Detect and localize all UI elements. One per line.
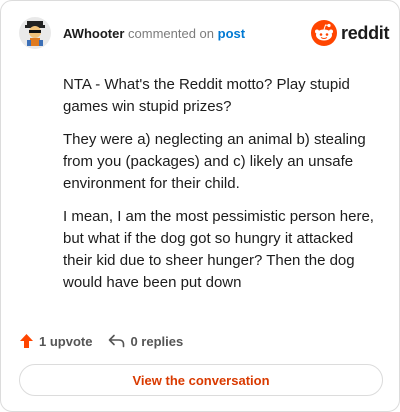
- reddit-logo[interactable]: reddit: [311, 20, 390, 46]
- embedded-comment-card: AWhooter commented on post reddit NTA - …: [0, 0, 400, 412]
- reddit-alien-icon: [311, 20, 337, 46]
- replies-button[interactable]: 0 replies: [108, 334, 183, 349]
- comment-paragraph: I mean, I am the most pessimistic person…: [63, 208, 374, 291]
- upvote-count: 1 upvote: [39, 333, 93, 349]
- reply-count: 0 replies: [130, 333, 184, 349]
- comment-paragraph: NTA - What's the Reddit motto? Play stup…: [63, 76, 350, 115]
- user-avatar-icon: [19, 17, 51, 49]
- upvote-button[interactable]: 1 upvote: [19, 333, 92, 349]
- view-conversation-button[interactable]: View the conversation: [19, 364, 383, 396]
- comment-body: NTA - What's the Reddit motto? Play stup…: [63, 74, 385, 305]
- upvote-arrow-icon: [20, 334, 33, 348]
- comment-header: AWhooter commented on post: [63, 26, 245, 42]
- comment-paragraph: They were a) neglecting an animal b) ste…: [63, 131, 366, 192]
- reddit-wordmark: reddit: [341, 22, 390, 43]
- avatar[interactable]: [19, 17, 51, 49]
- reply-arrow-icon: [109, 334, 125, 348]
- author-name[interactable]: AWhooter: [63, 26, 124, 41]
- commented-on-text: commented on: [128, 26, 215, 41]
- post-link[interactable]: post: [218, 26, 245, 41]
- comment-actions: 1 upvote 0 replies: [19, 331, 183, 351]
